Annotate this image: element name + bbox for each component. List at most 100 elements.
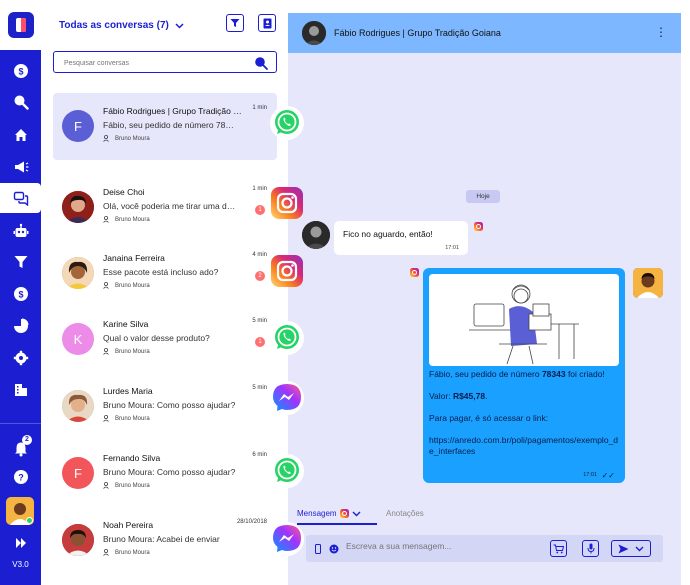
agent-icon: [103, 348, 109, 355]
nav-bot-icon[interactable]: [0, 216, 41, 246]
assigned-agent: Bruno Moura: [103, 135, 150, 142]
conversation-item[interactable]: F Fábio Rodrigues | Grupo Tradição Goian…: [53, 93, 277, 160]
conversation-time: 5 min: [252, 385, 267, 391]
conversation-search: [53, 51, 277, 74]
avatar-initial: F: [74, 118, 82, 134]
composer-tabs: Mensagem Anotações: [288, 506, 681, 526]
message-preview: Bruno Moura: Como posso ajudar?: [103, 467, 236, 477]
unread-badge: 1: [255, 337, 265, 347]
unread-badge: 2: [255, 271, 265, 281]
conversation-time: 6 min: [252, 452, 267, 458]
chevron-down-icon: [635, 546, 644, 551]
agent-name: Bruno Moura: [115, 482, 150, 489]
date-separator: Hoje: [466, 190, 500, 203]
conversation-time: 1 min: [252, 105, 267, 111]
value-suffix: .: [485, 391, 488, 401]
message-input[interactable]: [346, 541, 526, 551]
nav-campaign-icon[interactable]: [0, 152, 41, 182]
conversation-filter-dropdown[interactable]: Todas as conversas (7): [59, 20, 184, 31]
message-illustration[interactable]: [429, 274, 619, 366]
payment-link[interactable]: https://anredo.com.br/poli/pagamentos/ex…: [429, 435, 619, 457]
instagram-icon: [271, 187, 303, 219]
contact-avatar: F: [62, 457, 94, 489]
conversation-item[interactable]: Janaina Ferreira Esse pacote está inclus…: [53, 240, 277, 307]
contacts-button[interactable]: [258, 14, 276, 32]
nav-search-icon[interactable]: [0, 87, 41, 117]
emoji-icon[interactable]: [329, 544, 339, 554]
conversation-time: 1 min: [252, 186, 267, 192]
message-preview: Olá, você poderia me tirar uma dúvida?: [103, 201, 238, 211]
current-user-avatar[interactable]: [6, 497, 34, 525]
mobile-icon[interactable]: [315, 544, 321, 554]
more-options-icon[interactable]: ⋮: [655, 25, 667, 39]
conversation-item[interactable]: Lurdes Maria Bruno Moura: Como posso aju…: [53, 373, 277, 440]
nav-collapse-icon[interactable]: [0, 528, 41, 558]
conversation-item[interactable]: Deise Choi Olá, você poderia me tirar um…: [53, 174, 277, 241]
nav-chat-icon[interactable]: [0, 183, 41, 213]
whatsapp-icon: [270, 106, 304, 140]
message-preview: Fábio, seu pedido de número 78343 foi cr…: [103, 120, 238, 130]
conversation-item[interactable]: F Fernando Silva Bruno Moura: Como posso…: [53, 440, 277, 507]
message-text: Fico no aguardo, então!: [343, 229, 433, 239]
microphone-button[interactable]: [582, 540, 599, 557]
value-label: Valor:: [429, 391, 453, 401]
agent-name: Bruno Moura: [115, 415, 150, 422]
tab-notes[interactable]: Anotações: [386, 509, 424, 518]
search-icon[interactable]: [254, 56, 268, 70]
conversation-time: 5 min: [252, 318, 267, 324]
agent-icon: [103, 216, 109, 223]
message-time: 17:01: [445, 245, 459, 251]
message-preview: Bruno Moura: Como posso ajudar?: [103, 400, 236, 410]
tab-message-label: Mensagem: [297, 509, 337, 518]
tab-message[interactable]: Mensagem: [297, 509, 361, 518]
nav-reports-icon[interactable]: [0, 311, 41, 341]
avatar-initial: K: [73, 331, 83, 347]
chevron-down-icon: [352, 511, 361, 516]
contact-avatar: F: [62, 110, 94, 142]
read-receipt-icon: ✓✓: [601, 471, 615, 480]
nav-help-icon[interactable]: ?: [0, 462, 41, 492]
incoming-message: Fico no aguardo, então! 17:01: [334, 221, 468, 255]
conversation-item[interactable]: K Karine Silva Qual o valor desse produt…: [53, 306, 277, 373]
avatar-initial: F: [74, 465, 82, 481]
cart-button[interactable]: [550, 540, 567, 557]
app: $ $ 2 ? V3.0 Todas as conversas (7) Pesq…: [0, 0, 690, 585]
nav-settings-icon[interactable]: [0, 343, 41, 373]
nav-company-icon[interactable]: [0, 375, 41, 405]
nav-sales-icon[interactable]: $: [0, 56, 41, 86]
filter-button[interactable]: [226, 14, 244, 32]
agent-name: Bruno Moura: [115, 549, 150, 556]
active-tab-indicator: [297, 523, 377, 525]
assigned-agent: Bruno Moura: [103, 216, 150, 223]
instagram-icon: [339, 509, 349, 518]
payment-instructions: Para pagar, é só acessar o link:: [429, 413, 549, 423]
assigned-agent: Bruno Moura: [103, 415, 150, 422]
unread-badge: 1: [255, 205, 265, 215]
instagram-icon: [271, 255, 303, 287]
search-input[interactable]: [54, 53, 244, 74]
assigned-agent: Bruno Moura: [103, 282, 150, 289]
contact-name: Janaina Ferreira: [103, 253, 165, 263]
order-text-suffix: foi criado!: [565, 369, 605, 379]
microphone-icon: [587, 543, 594, 554]
send-icon: [618, 544, 629, 553]
contact-avatar: [62, 257, 94, 289]
message-preview: Qual o valor desse produto?: [103, 333, 210, 343]
agent-name: Bruno Moura: [115, 282, 150, 289]
contact-avatar: [62, 191, 94, 223]
svg-text:$: $: [18, 290, 23, 300]
notifications-count-badge: 2: [22, 435, 32, 445]
sender-avatar: [302, 221, 330, 249]
conversation-filter-label: Todas as conversas (7): [59, 20, 169, 31]
conversation-item[interactable]: Noah Pereira Bruno Moura: Acabei de envi…: [53, 507, 277, 574]
message-time: 17:01: [583, 472, 597, 478]
agent-icon: [103, 135, 109, 142]
nav-notifications-icon[interactable]: [0, 434, 41, 464]
app-logo: [8, 12, 34, 38]
sidebar-nav: $ $ 2 ? V3.0: [0, 50, 41, 585]
nav-funnel-icon[interactable]: [0, 247, 41, 277]
nav-home-icon[interactable]: [0, 120, 41, 150]
send-button[interactable]: [611, 540, 651, 557]
assigned-agent: Bruno Moura: [103, 482, 150, 489]
nav-billing-icon[interactable]: $: [0, 279, 41, 309]
